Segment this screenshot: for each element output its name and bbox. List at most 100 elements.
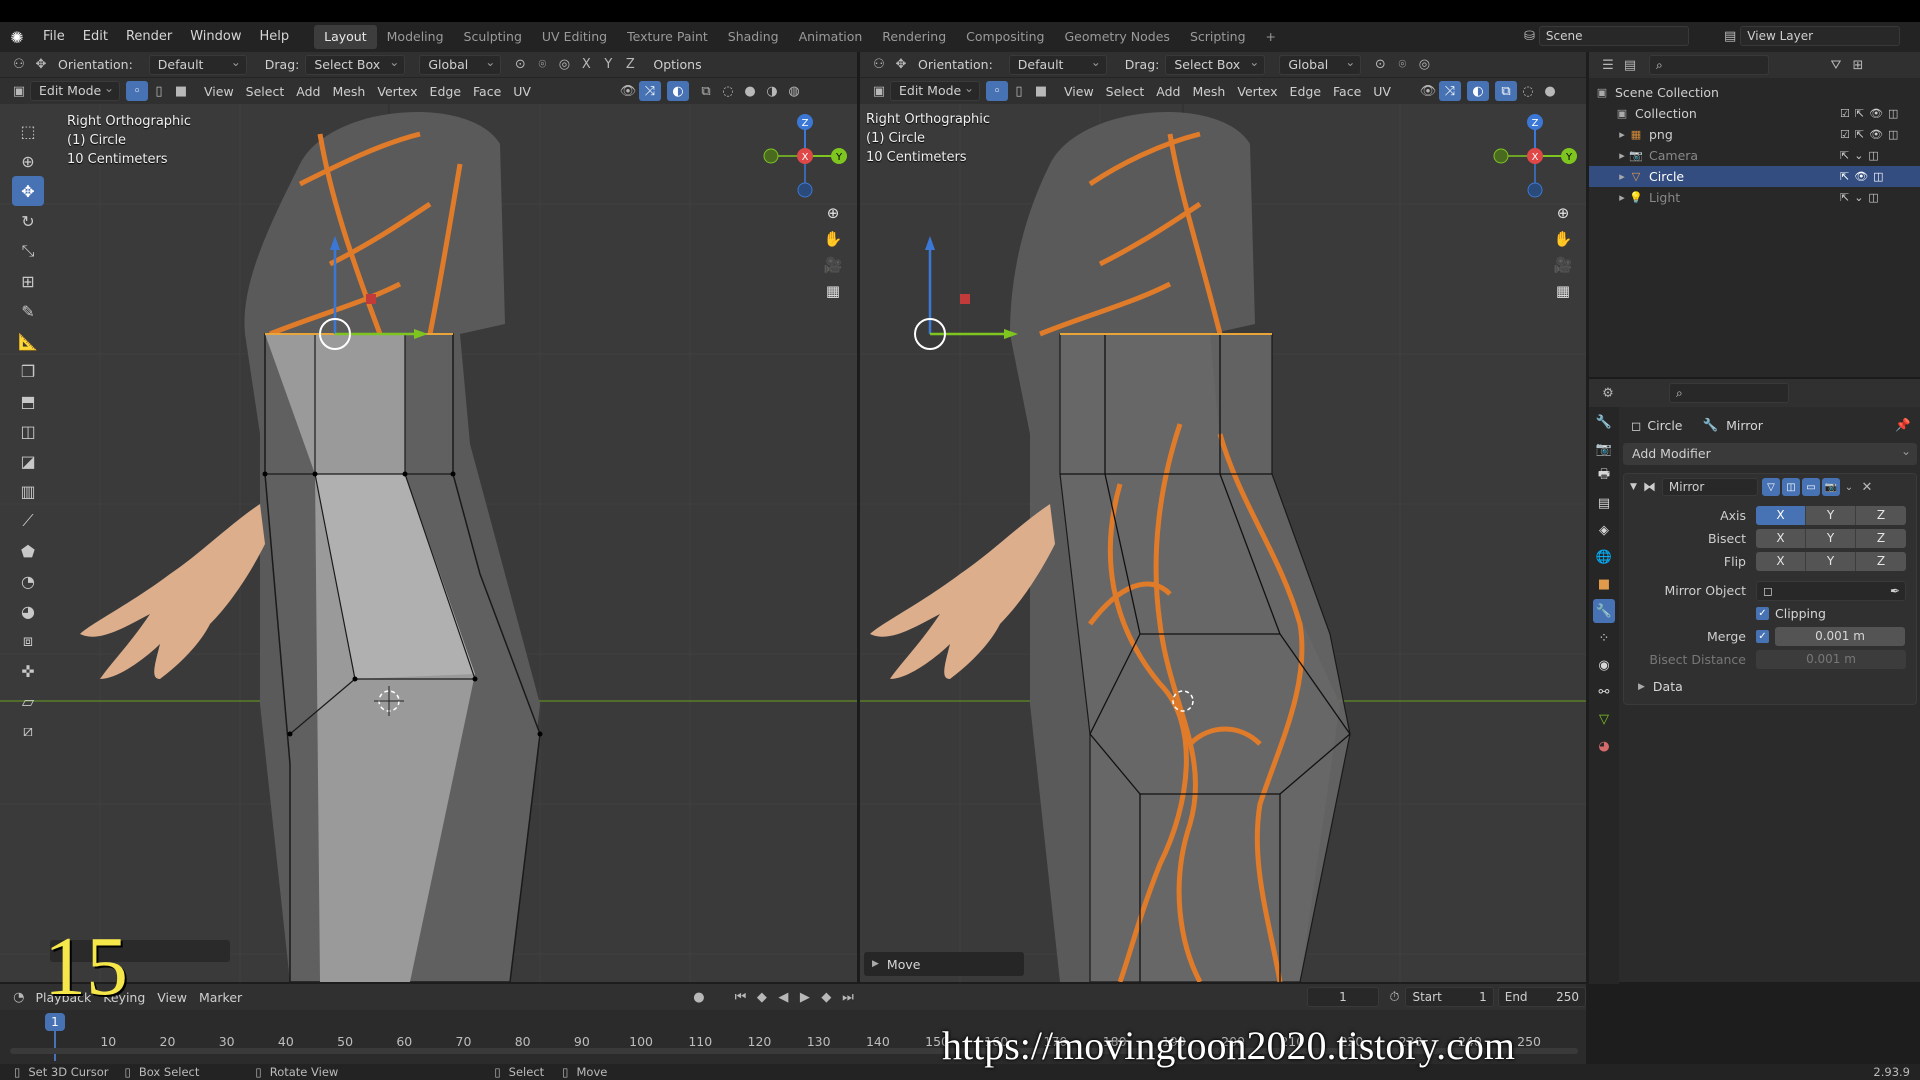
expand-arrow-icon[interactable]: ▸	[1615, 191, 1629, 204]
transform-space-dropdown-right[interactable]: Global	[1279, 53, 1362, 75]
tab-geometry-nodes[interactable]: Geometry Nodes	[1055, 25, 1180, 49]
measure-tool-icon[interactable]: 📐	[12, 326, 44, 356]
axis-y-toggle[interactable]: Y	[1806, 506, 1856, 525]
overlay-toggle-icon[interactable]: ◐	[666, 81, 689, 101]
rotate-tool-icon[interactable]: ↻	[12, 206, 44, 236]
wireframe-shading-icon-right[interactable]: ◌	[1517, 81, 1539, 101]
scene-selector[interactable]: ⛁ Scene	[1524, 26, 1689, 46]
edge-slide-tool-icon[interactable]: ⧈	[12, 626, 44, 656]
inset-tool-icon[interactable]: ◫	[12, 416, 44, 446]
object-tab-icon[interactable]: ■	[1593, 572, 1615, 596]
rendered-shading-icon[interactable]: ◍	[783, 81, 805, 101]
menu-edge[interactable]: Edge	[424, 84, 467, 99]
camera-view-icon[interactable]: 🎥	[820, 252, 846, 278]
timeline-view-menu[interactable]: View	[151, 990, 193, 1005]
bisect-distance-field[interactable]: 0.001 m	[1756, 650, 1906, 669]
jump-end-icon[interactable]: ⏭	[837, 987, 859, 1007]
orientation-dropdown[interactable]: Default	[148, 53, 247, 75]
right-viewport[interactable]: Z Y X Right Orthographic (1) Circle 10 C…	[860, 104, 1586, 982]
outliner-scene-collection[interactable]: ▣ Scene Collection	[1589, 82, 1920, 103]
view-layer-tab-icon[interactable]: ▤	[1593, 491, 1615, 515]
transform-tool-icon[interactable]: ⊞	[12, 266, 44, 296]
poly-build-tool-icon[interactable]: ⬟	[12, 536, 44, 566]
tab-modeling[interactable]: Modeling	[377, 25, 454, 49]
properties-editor-icon[interactable]: ⚙	[1597, 383, 1619, 403]
tab-shading[interactable]: Shading	[718, 25, 789, 49]
scene-name-field[interactable]: Scene	[1538, 26, 1689, 46]
menu-view[interactable]: View	[198, 84, 240, 99]
modifier-name-field[interactable]: Mirror	[1661, 478, 1758, 496]
spin-tool-icon[interactable]: ◔	[12, 566, 44, 596]
scale-tool-icon[interactable]: ⤡	[12, 236, 44, 266]
orientation-dropdown-right[interactable]: Default	[1008, 53, 1107, 75]
camera-view-icon-right[interactable]: 🎥	[1550, 252, 1576, 278]
tab-sculpting[interactable]: Sculpting	[454, 25, 532, 49]
menu-render[interactable]: Render	[117, 22, 181, 52]
output-tab-icon[interactable]: 🖶	[1593, 464, 1615, 488]
pan-hand-icon-right[interactable]: ✋	[1550, 226, 1576, 252]
transform-move-icon[interactable]: ✥	[30, 55, 52, 75]
expand-arrow-icon[interactable]: ▸	[1615, 149, 1629, 162]
last-operator-panel[interactable]: ▶ Move	[864, 952, 1024, 976]
transform-move-icon-right[interactable]: ✥	[890, 55, 912, 75]
properties-search-input[interactable]: ⌕	[1669, 383, 1789, 403]
visibility-icon-right[interactable]: 👁	[1417, 81, 1439, 101]
material-shading-icon[interactable]: ◑	[761, 81, 783, 101]
face-select-icon-right[interactable]: ■	[1030, 81, 1052, 101]
bisect-y-toggle[interactable]: Y	[1806, 529, 1856, 548]
world-tab-icon[interactable]: 🌐	[1593, 545, 1615, 569]
gizmo-toggle-icon[interactable]: ⤨	[638, 81, 661, 101]
modifier-tab-icon[interactable]: 🔧	[1593, 599, 1615, 623]
menu-add[interactable]: Add	[290, 84, 326, 99]
extrude-tool-icon[interactable]: ⬒	[12, 386, 44, 416]
tab-compositing[interactable]: Compositing	[956, 25, 1054, 49]
menu-uv[interactable]: UV	[507, 84, 537, 99]
bisect-x-toggle[interactable]: X	[1756, 529, 1806, 548]
play-icon[interactable]: ▶	[794, 987, 816, 1007]
jump-start-icon[interactable]: ⏮	[730, 987, 752, 1007]
scene-tab-icon[interactable]: ◈	[1593, 518, 1615, 542]
flip-y-toggle[interactable]: Y	[1806, 552, 1856, 571]
marker-menu[interactable]: Marker	[193, 990, 248, 1005]
physics-tab-icon[interactable]: ◉	[1593, 653, 1615, 677]
axis-z-toggle[interactable]: Z	[1856, 506, 1906, 525]
realtime-toggle-icon[interactable]: ▭	[1801, 478, 1820, 496]
render-toggle-icon[interactable]: 📷	[1821, 478, 1840, 496]
start-frame-field[interactable]: Start 1	[1405, 987, 1494, 1007]
merge-checkbox[interactable]: ✓	[1756, 630, 1769, 643]
tab-uv-editing[interactable]: UV Editing	[532, 25, 617, 49]
new-collection-icon[interactable]: ⊞	[1847, 55, 1869, 75]
eyedropper-icon[interactable]: ✒	[1890, 582, 1900, 600]
transform-space-dropdown[interactable]: Global	[419, 53, 502, 75]
blender-logo-icon[interactable]: ✺	[0, 28, 34, 47]
tool-tab-icon[interactable]: 🔧	[1593, 410, 1615, 434]
data-subpanel[interactable]: ▶ Data	[1624, 675, 1916, 698]
snap-icon[interactable]: ⌾	[531, 55, 553, 75]
proportional-icon-right[interactable]: ◎	[1413, 55, 1435, 75]
menu-edge-right[interactable]: Edge	[1284, 84, 1327, 99]
add-workspace-button[interactable]: +	[1256, 25, 1286, 49]
menu-mesh-right[interactable]: Mesh	[1186, 84, 1231, 99]
remove-modifier-icon[interactable]: ✕	[1858, 478, 1876, 496]
pin-icon[interactable]: 📌	[1895, 417, 1911, 433]
tab-rendering[interactable]: Rendering	[872, 25, 956, 49]
xray-icon-right[interactable]: ⧉	[1494, 81, 1517, 101]
display-mode-icon[interactable]: ▤	[1619, 55, 1641, 75]
drag-dropdown-right[interactable]: Select Box	[1165, 53, 1266, 75]
ortho-grid-icon[interactable]: ▦	[820, 278, 846, 304]
overlay-toggle-icon-right[interactable]: ◐	[1466, 81, 1489, 101]
annotate-tool-icon[interactable]: ✎	[12, 296, 44, 326]
proportional-icon[interactable]: ◎	[553, 55, 575, 75]
cursor-tool-icon[interactable]: ⊕	[12, 146, 44, 176]
shrink-fatten-tool-icon[interactable]: ✜	[12, 656, 44, 686]
vertex-select-icon-right[interactable]: ◦	[986, 81, 1008, 101]
outliner-editor-icon[interactable]: ☰	[1597, 55, 1619, 75]
restrict-icons[interactable]: ⇱⌄◫	[1840, 149, 1920, 162]
restrict-icons[interactable]: ⇱⌄◫	[1840, 191, 1920, 204]
snap-icon-right[interactable]: ⌾	[1391, 55, 1413, 75]
material-tab-icon[interactable]: ◕	[1593, 734, 1615, 758]
editor-type-3d-icon[interactable]: ▣	[8, 81, 30, 101]
add-modifier-dropdown[interactable]: Add Modifier	[1623, 441, 1917, 465]
loop-cut-tool-icon[interactable]: ▥	[12, 476, 44, 506]
flip-z-toggle[interactable]: Z	[1856, 552, 1906, 571]
